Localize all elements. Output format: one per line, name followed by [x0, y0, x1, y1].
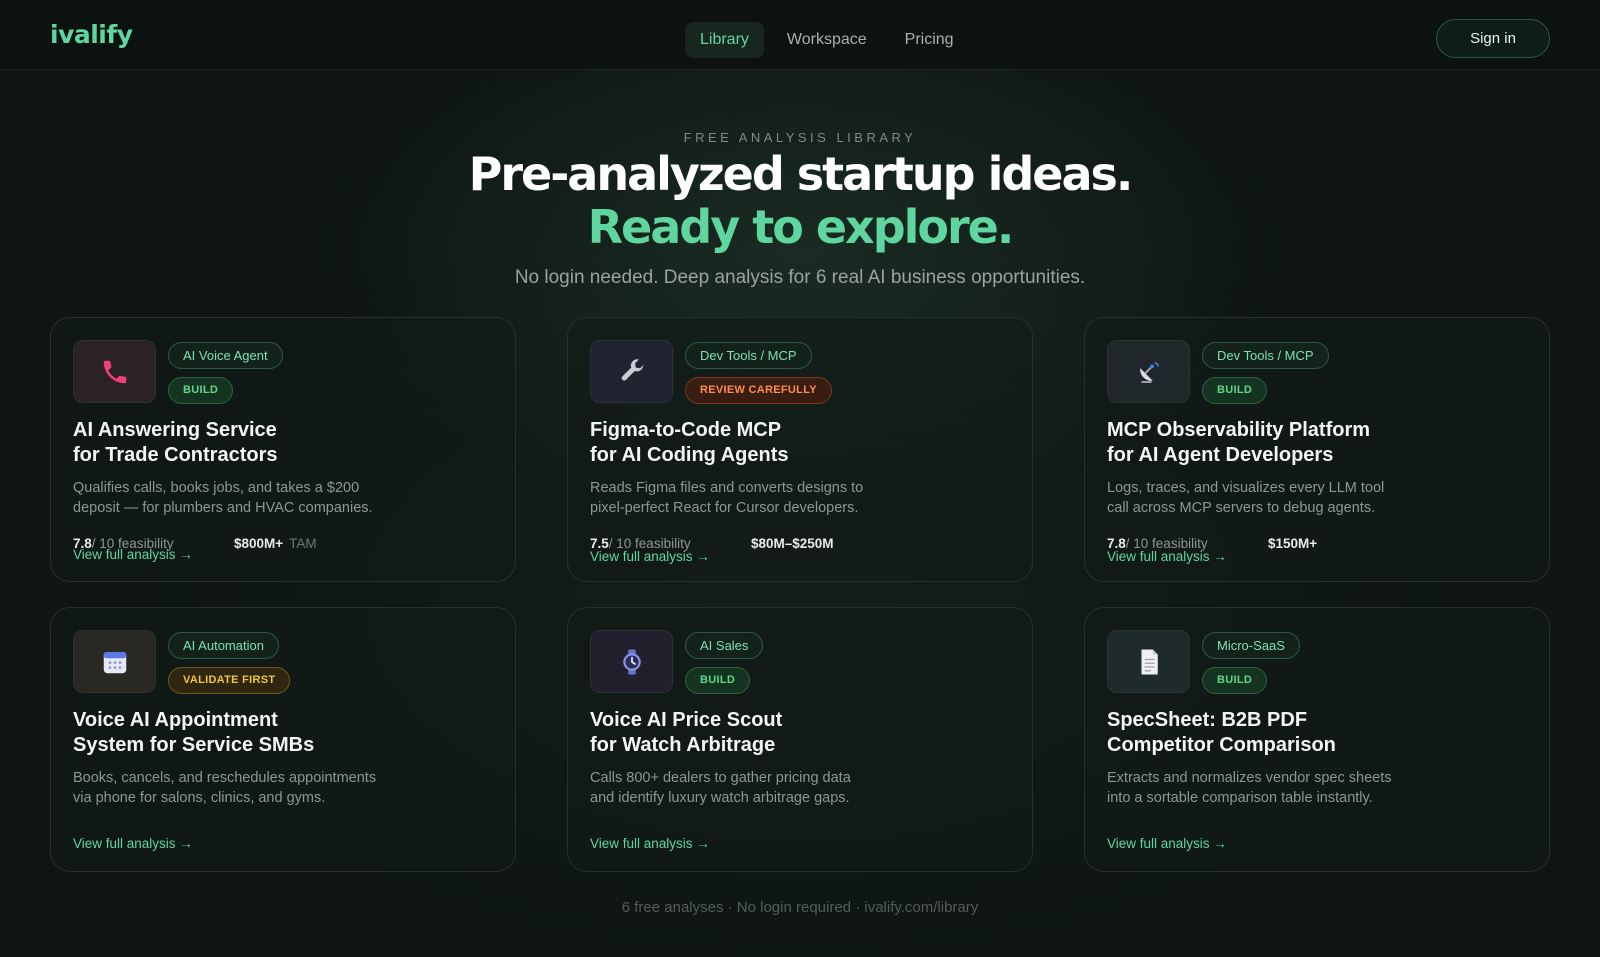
- card-description: Extracts and normalizes vendor spec shee…: [1107, 768, 1437, 808]
- verdict-badge: VALIDATE FIRST: [168, 667, 291, 694]
- idea-card-voice-appointment[interactable]: AI Automation VALIDATE FIRST Voice AI Ap…: [50, 607, 516, 872]
- nav-link-pricing[interactable]: Pricing: [890, 22, 969, 58]
- card-title-line: System for Service SMBs: [73, 734, 315, 756]
- verdict-badge: REVIEW CAREFULLY: [685, 377, 832, 404]
- card-description: Calls 800+ dealers to gather pricing dat…: [590, 768, 920, 808]
- tam-label: TAM: [289, 536, 317, 551]
- card-title-line: for AI Coding Agents: [590, 444, 789, 466]
- card-title-line: Voice AI Price Scout: [590, 709, 783, 731]
- card-description-line: Reads Figma files and converts designs t…: [590, 480, 864, 496]
- card-description-line: Calls 800+ dealers to gather pricing dat…: [590, 770, 851, 786]
- tam-amount: $150M+: [1268, 536, 1318, 551]
- idea-card-ai-answering[interactable]: AI Voice Agent BUILD AI Answering Servic…: [50, 317, 516, 582]
- card-description-line: Logs, traces, and visualizes every LLM t…: [1107, 480, 1385, 496]
- card-title-line: for Watch Arbitrage: [590, 734, 776, 756]
- card-description-line: via phone for salons, clinics, and gyms.: [73, 790, 326, 806]
- category-chip: Dev Tools / MCP: [685, 342, 812, 369]
- sign-in-button[interactable]: Sign in: [1436, 19, 1550, 58]
- view-analysis-link[interactable]: View full analysis →: [590, 836, 710, 851]
- nav-links: Library Workspace Pricing: [685, 22, 969, 58]
- tam-amount: $80M–$250M: [751, 536, 834, 551]
- category-chip: Micro-SaaS: [1202, 632, 1300, 659]
- card-description-line: into a sortable comparison table instant…: [1107, 790, 1373, 806]
- card-title-line: Voice AI Appointment: [73, 709, 278, 731]
- calendar-icon: [73, 630, 156, 693]
- category-chip: AI Automation: [168, 632, 279, 659]
- view-analysis-link[interactable]: View full analysis →: [1107, 836, 1227, 851]
- nav-link-library[interactable]: Library: [685, 22, 764, 58]
- view-analysis-link[interactable]: View full analysis →: [590, 549, 710, 564]
- card-description-line: deposit — for plumbers and HVAC companie…: [73, 500, 373, 516]
- hero-title-line-2: Ready to explore.: [587, 200, 1015, 254]
- category-chip: Dev Tools / MCP: [1202, 342, 1329, 369]
- hero-subtitle: No login needed. Deep analysis for 6 rea…: [514, 267, 1086, 288]
- card-description-line: Extracts and normalizes vendor spec shee…: [1107, 770, 1392, 786]
- verdict-badge: BUILD: [1202, 667, 1268, 694]
- view-analysis-link[interactable]: View full analysis →: [1107, 549, 1227, 564]
- card-description-line: call across MCP servers to debug agents.: [1107, 500, 1376, 516]
- card-title: Voice AI Price Scout for Watch Arbitrage: [590, 708, 1010, 758]
- verdict-badge: BUILD: [1202, 377, 1268, 404]
- verdict-badge: BUILD: [685, 667, 751, 694]
- hero-title-line-1: Pre-analyzed startup ideas.: [468, 147, 1134, 201]
- idea-card-figma-to-code[interactable]: Dev Tools / MCP REVIEW CAREFULLY Figma-t…: [567, 317, 1033, 582]
- card-description: Logs, traces, and visualizes every LLM t…: [1107, 478, 1437, 518]
- nav-link-workspace[interactable]: Workspace: [772, 22, 882, 58]
- card-description: Books, cancels, and reschedules appointm…: [73, 768, 403, 808]
- card-title-line: Competitor Comparison: [1107, 734, 1336, 756]
- card-title-line: for Trade Contractors: [73, 444, 278, 466]
- card-title-line: SpecSheet: B2B PDF: [1107, 709, 1308, 731]
- idea-card-watch-price-scout[interactable]: AI Sales BUILD Voice AI Price Scout for …: [567, 607, 1033, 872]
- card-title-line: for AI Agent Developers: [1107, 444, 1334, 466]
- verdict-badge: BUILD: [168, 377, 234, 404]
- card-description-line: pixel-perfect React for Cursor developer…: [590, 500, 859, 516]
- category-chip: AI Sales: [685, 632, 764, 659]
- tam-amount: $800M+: [234, 536, 284, 551]
- top-nav: ivalify Library Workspace Pricing Sign i…: [0, 0, 1600, 70]
- card-description-line: and identify luxury watch arbitrage gaps…: [590, 790, 850, 806]
- watch-icon: [590, 630, 673, 693]
- card-description-line: Qualifies calls, books jobs, and takes a…: [73, 480, 360, 496]
- card-title: MCP Observability Platform for AI Agent …: [1107, 418, 1527, 468]
- card-description: Qualifies calls, books jobs, and takes a…: [73, 478, 403, 518]
- card-title-line: AI Answering Service: [73, 419, 277, 441]
- card-title: SpecSheet: B2B PDF Competitor Comparison: [1107, 708, 1527, 758]
- view-analysis-link[interactable]: View full analysis →: [73, 836, 193, 851]
- card-title: Voice AI Appointment System for Service …: [73, 708, 493, 758]
- tam-value: $800M+ TAM: [234, 536, 317, 551]
- phone-icon: [73, 340, 156, 403]
- satellite-dish-icon: [1107, 340, 1190, 403]
- card-title-line: MCP Observability Platform: [1107, 419, 1371, 441]
- idea-card-specsheet[interactable]: Micro-SaaS BUILD SpecSheet: B2B PDF Comp…: [1084, 607, 1550, 872]
- tam-value: $150M+: [1268, 536, 1317, 551]
- card-title-line: Figma-to-Code MCP: [590, 419, 782, 441]
- idea-card-mcp-observability[interactable]: Dev Tools / MCP BUILD MCP Observability …: [1084, 317, 1550, 582]
- footer-text: 6 free analyses · No login required · iv…: [621, 899, 979, 916]
- view-analysis-link[interactable]: View full analysis →: [73, 547, 193, 562]
- card-description: Reads Figma files and converts designs t…: [590, 478, 920, 518]
- tam-value: $80M–$250M: [751, 536, 834, 551]
- logo[interactable]: ivalify: [50, 20, 133, 49]
- card-title: AI Answering Service for Trade Contracto…: [73, 418, 493, 468]
- wrench-icon: [590, 340, 673, 403]
- card-title: Figma-to-Code MCP for AI Coding Agents: [590, 418, 1010, 468]
- document-icon: [1107, 630, 1190, 693]
- category-chip: AI Voice Agent: [168, 342, 283, 369]
- hero-eyebrow: FREE ANALYSIS LIBRARY: [683, 130, 917, 145]
- card-description-line: Books, cancels, and reschedules appointm…: [73, 770, 377, 786]
